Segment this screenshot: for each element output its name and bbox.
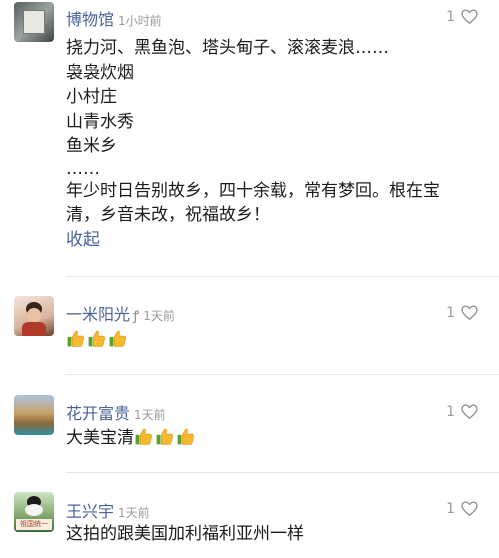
like-count: 1 [446, 8, 455, 25]
heart-icon [460, 499, 479, 518]
comment-line: 挠力河、黑鱼泡、塔头甸子、滚滚麦浪…… [66, 38, 389, 58]
author-name[interactable]: 花开富贵 [66, 404, 130, 423]
divider [66, 276, 499, 277]
like-button[interactable]: 1 [446, 499, 479, 518]
comment-author[interactable]: 博物馆 1小时前 [66, 6, 162, 30]
comment-text: 这拍的跟美国加利福利亚州一样 [66, 522, 486, 547]
avatar[interactable] [14, 395, 54, 435]
comment-time: 1天前 [118, 506, 150, 520]
comment-line: 山青水秀 [66, 111, 134, 132]
comment-text-content: 这拍的跟美国加利福利亚州一样 [66, 524, 304, 544]
comment-author[interactable]: 花开富贵 1天前 [66, 400, 166, 424]
divider [66, 374, 499, 375]
like-count: 1 [446, 500, 455, 517]
author-name[interactable]: 一米阳光 [66, 305, 130, 324]
comment-text-content: 大美宝清 [66, 428, 134, 448]
author-name[interactable]: 王兴宇 [66, 502, 114, 521]
thumbs-up-icon [155, 427, 174, 446]
like-button[interactable]: 1 [446, 402, 479, 421]
comment-line: 鱼米乡 [66, 136, 117, 156]
comment-line: 清，乡音未改，祝福故乡！ [66, 205, 270, 225]
thumbs-up-icon [108, 329, 127, 348]
comment-line: …… [66, 158, 100, 179]
comment-line: 年少时日告别故乡，四十余载，常有梦回。根在宝 [66, 180, 440, 201]
thumbs-up-icon [66, 329, 85, 348]
comment-author[interactable]: 王兴宇 1天前 [66, 498, 150, 522]
author-name[interactable]: 博物馆 [66, 10, 114, 29]
thumbs-up-icon [176, 427, 195, 446]
comment-author[interactable]: 一米阳光 ꝭ 1天前 [66, 301, 175, 325]
comment-text: 大美宝清 [66, 426, 486, 451]
avatar[interactable] [14, 2, 54, 42]
like-button[interactable]: 1 [446, 7, 479, 26]
comment-line: 小村庄 [66, 87, 117, 107]
verified-icon: ꝭ [133, 309, 140, 324]
thumbs-emoji-group [134, 427, 195, 446]
avatar[interactable]: 祖国统一 [14, 492, 54, 532]
heart-icon [460, 7, 479, 26]
comment-time: 1小时前 [118, 14, 162, 28]
divider [66, 472, 499, 473]
heart-icon [460, 402, 479, 421]
comment-time: 1天前 [134, 408, 166, 422]
thumbs-up-icon [134, 427, 153, 446]
thumbs-emoji-group [66, 329, 127, 348]
comment-line: 袅袅炊烟 [66, 62, 134, 83]
comment-time: 1天前 [143, 309, 175, 323]
heart-icon [460, 303, 479, 322]
like-count: 1 [446, 304, 455, 321]
collapse-button[interactable]: 收起 [66, 228, 486, 253]
thumbs-up-icon [87, 329, 106, 348]
comment-text: 挠力河、黑鱼泡、塔头甸子、滚滚麦浪…… 袅袅炊烟 小村庄 山青水秀 鱼米乡 ……… [66, 36, 486, 252]
like-count: 1 [446, 403, 455, 420]
avatar-caption: 祖国统一 [16, 519, 52, 530]
comment-text [66, 328, 486, 353]
like-button[interactable]: 1 [446, 303, 479, 322]
avatar[interactable] [14, 296, 54, 336]
